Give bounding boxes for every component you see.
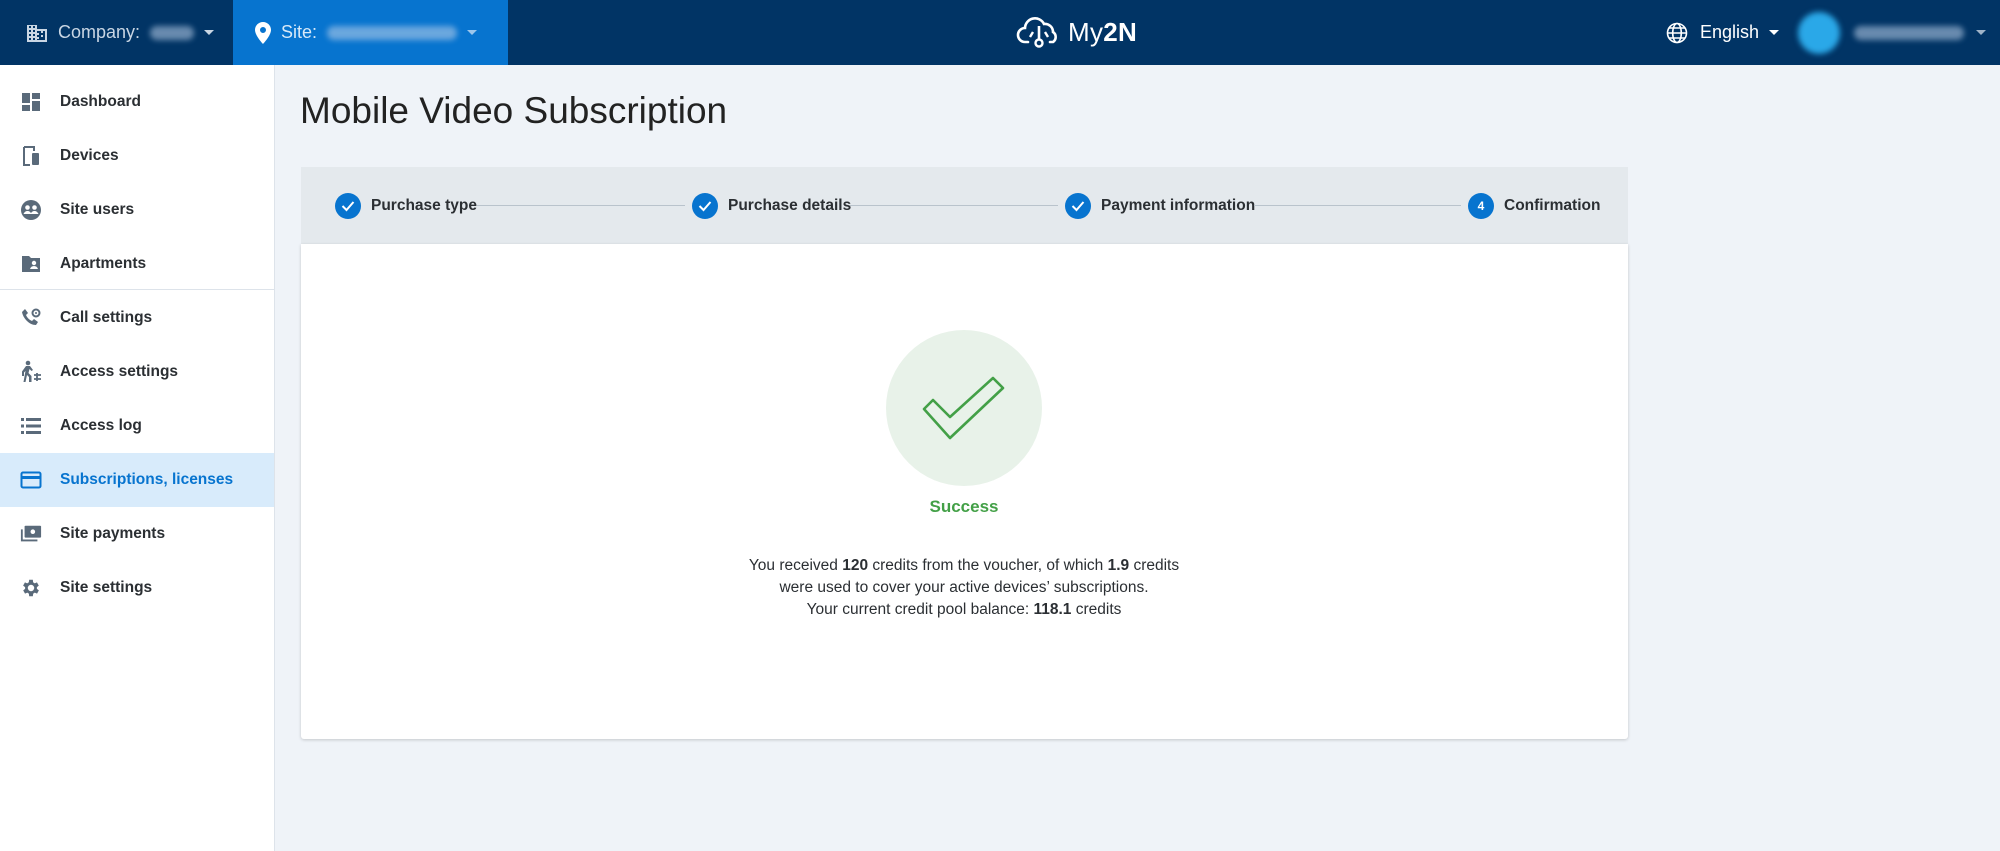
sidebar-item-site-payments[interactable]: Site payments (0, 507, 274, 561)
sidebar-divider (0, 289, 274, 290)
apartments-icon (20, 253, 42, 275)
step-number-badge: 4 (1468, 192, 1494, 219)
credit-summary-line-3: Your current credit pool balance: 118.1 … (806, 601, 1122, 618)
step-connector (850, 205, 1058, 206)
step-confirmation: 4 Confirmation (1468, 167, 1600, 244)
sidebar-item-access-settings[interactable]: Access settings (0, 345, 274, 399)
step-connector (477, 205, 685, 206)
step-label: Purchase type (371, 196, 477, 214)
chevron-down-icon (467, 30, 478, 35)
step-label: Purchase details (728, 196, 852, 214)
sidebar-item-label: Access settings (60, 363, 179, 380)
step-payment-information: Payment information (1065, 167, 1255, 244)
gear-icon (20, 577, 42, 599)
sidebar-item-label: Access log (60, 417, 142, 434)
logo-text: My2N (1068, 16, 1138, 47)
devices-icon (20, 145, 42, 167)
payments-icon (20, 523, 42, 545)
step-label: Payment information (1101, 196, 1256, 214)
credit-summary-message: You received 120 credits from the vouche… (664, 555, 1264, 621)
dashboard-icon (20, 91, 42, 113)
sidebar: Dashboard Devices Site users Apartments … (0, 65, 275, 851)
sidebar-item-access-log[interactable]: Access log (0, 399, 274, 453)
sidebar-item-label: Call settings (60, 309, 153, 326)
top-bar: Company: Site: My2N English (0, 0, 2000, 65)
check-icon (1065, 192, 1091, 219)
chevron-down-icon (1976, 30, 1986, 35)
company-name-redacted (150, 25, 195, 40)
step-connector (1254, 205, 1461, 206)
sidebar-item-label: Dashboard (60, 93, 141, 110)
language-selector[interactable]: English (1666, 0, 1780, 65)
chevron-down-icon (1769, 30, 1780, 35)
step-label: Confirmation (1504, 196, 1601, 214)
credit-summary-line-1: You received 120 credits from the vouche… (748, 557, 1180, 574)
step-purchase-type: Purchase type (335, 167, 477, 244)
sidebar-item-label: Subscriptions, licenses (60, 471, 234, 488)
sidebar-item-label: Site payments (60, 525, 166, 542)
company-label: Company: (58, 22, 141, 42)
company-selector[interactable]: Company: (0, 0, 233, 65)
credit-card-icon (20, 469, 42, 491)
access-log-icon (20, 415, 42, 437)
success-checkmark-icon (886, 330, 1042, 486)
sidebar-item-devices[interactable]: Devices (0, 129, 274, 183)
check-icon (692, 192, 718, 219)
credit-summary-line-2: were used to cover your active devices’ … (779, 579, 1149, 596)
site-users-icon (20, 199, 42, 221)
step-purchase-details: Purchase details (692, 167, 851, 244)
sidebar-item-site-settings[interactable]: Site settings (0, 561, 274, 615)
user-menu[interactable] (1798, 0, 1986, 65)
sidebar-item-label: Devices (60, 147, 119, 164)
check-icon (335, 192, 361, 219)
sidebar-item-label: Apartments (60, 255, 147, 272)
sidebar-item-call-settings[interactable]: Call settings (0, 291, 274, 345)
user-name-redacted (1854, 25, 1964, 40)
sidebar-item-subscriptions-licenses[interactable]: Subscriptions, licenses (0, 453, 274, 507)
language-label: English (1700, 22, 1760, 42)
my2n-logo[interactable]: My2N (1016, 9, 1137, 55)
sidebar-item-site-users[interactable]: Site users (0, 183, 274, 237)
location-pin-icon (255, 21, 271, 44)
sidebar-item-dashboard[interactable]: Dashboard (0, 75, 274, 129)
purchase-stepper: Purchase type Purchase details Payment i… (301, 167, 1628, 244)
sidebar-item-apartments[interactable]: Apartments (0, 237, 274, 291)
page-title: Mobile Video Subscription (300, 90, 728, 131)
call-settings-icon (20, 307, 42, 329)
site-selector[interactable]: Site: (233, 0, 508, 65)
sidebar-item-label: Site users (60, 201, 135, 218)
avatar (1798, 11, 1840, 54)
access-settings-icon (20, 360, 42, 383)
globe-icon (1666, 22, 1688, 43)
site-label: Site: (281, 22, 318, 42)
success-label: Success (929, 497, 999, 516)
site-name-redacted (327, 25, 458, 40)
sidebar-item-label: Site settings (60, 579, 153, 596)
chevron-down-icon (204, 30, 215, 35)
cloud-logo-icon (1016, 17, 1057, 48)
confirmation-card (301, 244, 1628, 739)
building-icon (27, 24, 47, 42)
